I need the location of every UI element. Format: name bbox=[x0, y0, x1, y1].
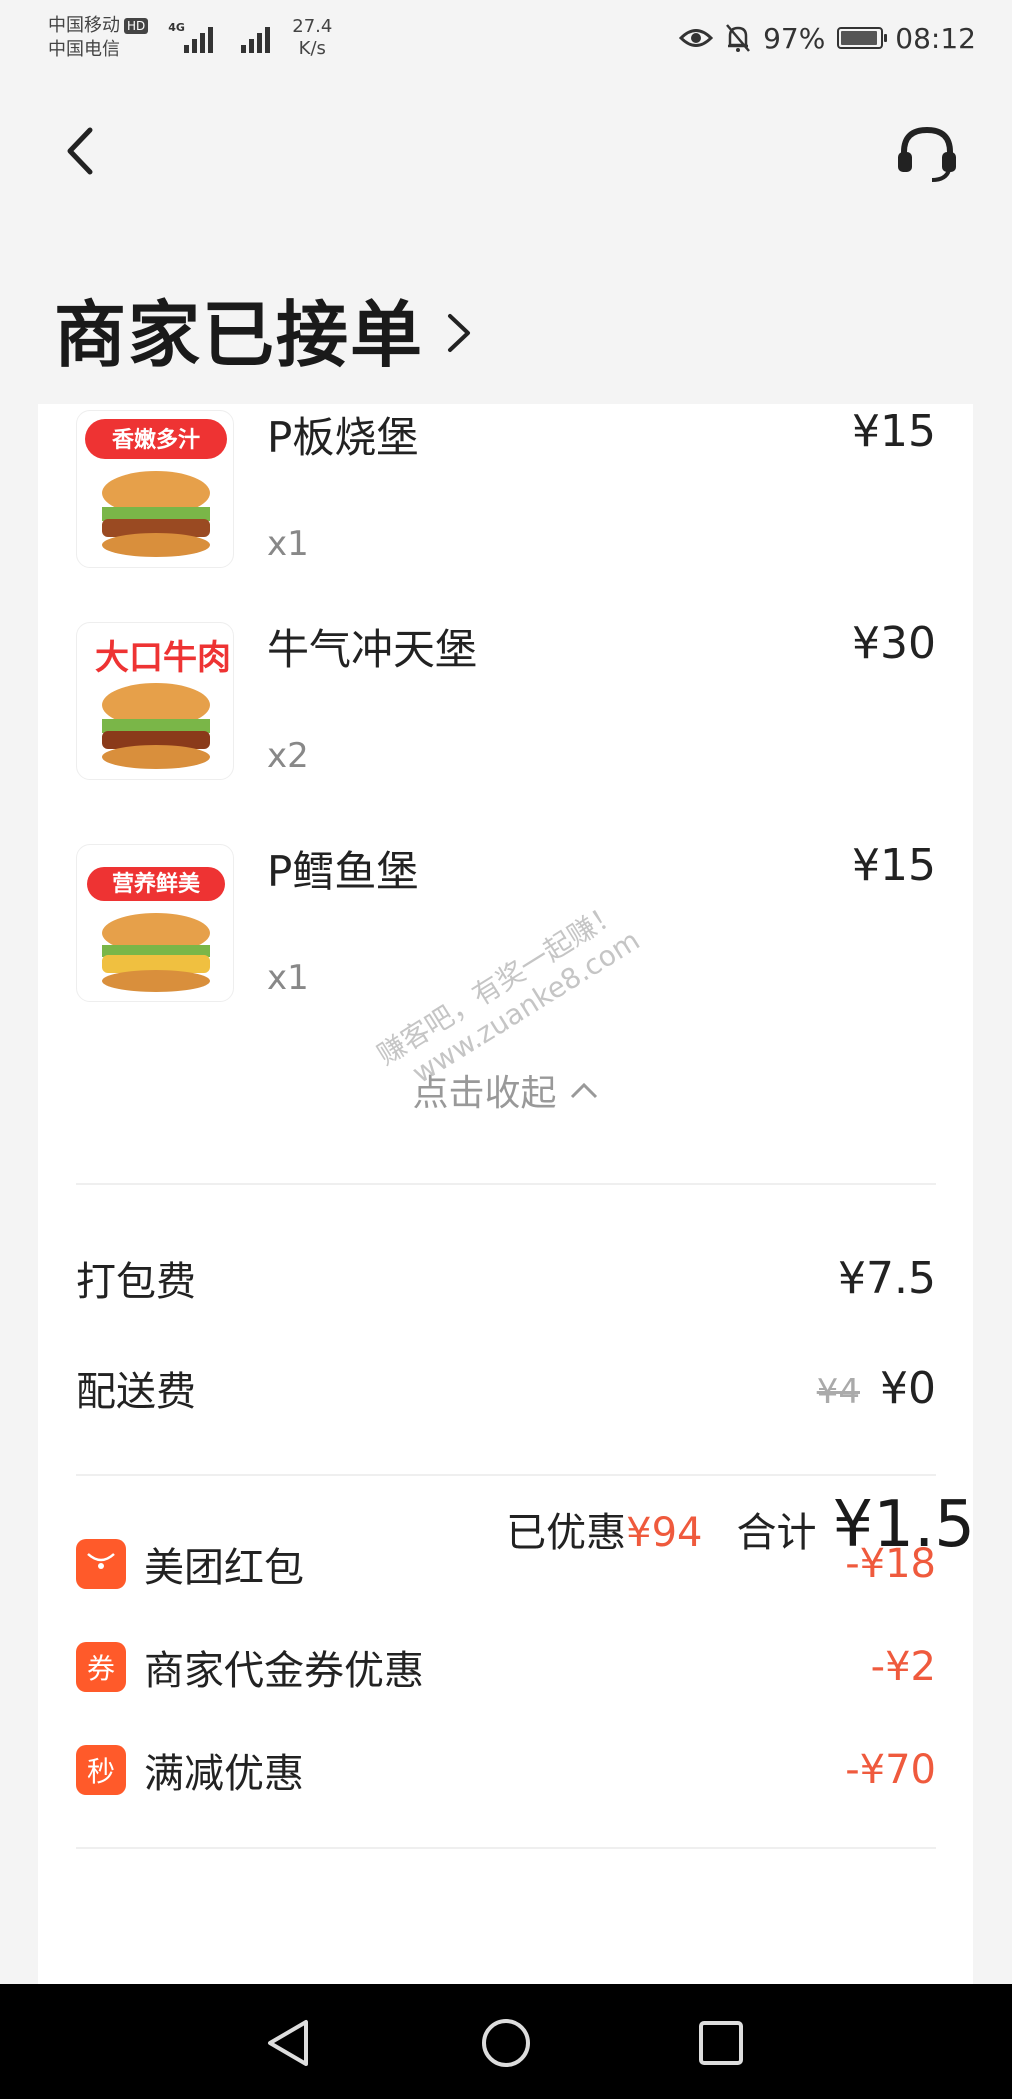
promo-left: 券 商家代金券优惠 bbox=[76, 1638, 424, 1696]
item-name: P鳕鱼堡 bbox=[267, 847, 419, 896]
divider bbox=[76, 1183, 936, 1185]
page-title: 商家已接单 bbox=[54, 293, 425, 377]
red-packet-icon bbox=[76, 1539, 126, 1589]
item-price: ¥15 bbox=[852, 840, 936, 891]
total-label: 合计 bbox=[736, 1510, 817, 1556]
speed-unit: K/s bbox=[298, 38, 326, 59]
chevron-right-icon bbox=[448, 313, 471, 352]
collapse-row: 点击收起 bbox=[38, 1064, 973, 1116]
back-icon[interactable] bbox=[56, 126, 106, 176]
customer-service-icon[interactable] bbox=[894, 124, 960, 184]
chevron-up-icon bbox=[570, 1082, 597, 1099]
delivery-fee-value: ¥0 bbox=[880, 1362, 936, 1414]
signal-icon: 4G bbox=[168, 21, 214, 53]
item-name: P板烧堡 bbox=[267, 413, 419, 462]
product-badge-text: 大口牛肉 bbox=[95, 638, 231, 678]
divider bbox=[76, 1847, 936, 1849]
network-type: 4G bbox=[168, 21, 185, 34]
burger-icon: 大口牛肉 bbox=[95, 638, 231, 769]
product-image: 大口牛肉 bbox=[76, 622, 234, 780]
list-item: 香嫩多汁 P板烧堡 x1 ¥15 bbox=[76, 406, 936, 580]
top-navbar bbox=[0, 110, 1012, 190]
battery-icon bbox=[837, 27, 888, 49]
collapse-button[interactable]: 点击收起 bbox=[412, 1064, 598, 1116]
promo-label: 商家代金券优惠 bbox=[144, 1648, 424, 1694]
product-image: 香嫩多汁 bbox=[76, 410, 234, 568]
item-price: ¥15 bbox=[852, 406, 936, 457]
delivery-fee-values: ¥4 ¥0 bbox=[817, 1363, 936, 1414]
carrier-info: 中国移动 HD 中国电信 bbox=[48, 14, 149, 62]
collapse-label: 点击收起 bbox=[412, 1073, 557, 1114]
promo-value: -¥2 bbox=[870, 1644, 936, 1690]
clock: 08:12 bbox=[895, 21, 976, 55]
mute-bell-icon bbox=[726, 24, 751, 52]
order-status-header[interactable]: 商家已接单 bbox=[54, 276, 474, 381]
carrier-1: 中国移动 bbox=[48, 15, 120, 36]
nav-home-icon[interactable] bbox=[479, 2016, 533, 2070]
packing-fee-value: ¥7.5 bbox=[838, 1252, 936, 1304]
hd-badge: HD bbox=[124, 18, 149, 34]
saved-label: 已优惠 bbox=[506, 1510, 627, 1556]
nav-recents-icon[interactable] bbox=[694, 2016, 748, 2070]
product-image: 营养鲜美 bbox=[76, 844, 234, 1002]
divider bbox=[76, 1474, 936, 1476]
battery-percent: 97% bbox=[763, 21, 826, 55]
packing-fee-row: 打包费 ¥7.5 bbox=[76, 1248, 936, 1308]
burger-icon: 香嫩多汁 bbox=[85, 419, 227, 557]
list-item: 营养鲜美 P鳕鱼堡 x1 ¥15 bbox=[76, 840, 936, 1014]
promo-value: -¥70 bbox=[845, 1747, 936, 1793]
promo-row-voucher: 券 商家代金券优惠 -¥2 bbox=[76, 1639, 936, 1695]
eye-icon bbox=[679, 29, 714, 47]
item-quantity: x1 bbox=[267, 958, 309, 998]
promo-label: 满减优惠 bbox=[144, 1751, 304, 1797]
promo-left: 美团红包 bbox=[76, 1535, 304, 1593]
product-badge-text: 香嫩多汁 bbox=[112, 427, 200, 453]
product-badge-text: 营养鲜美 bbox=[112, 871, 201, 897]
network-speed: 27.4 K/s bbox=[292, 16, 332, 60]
list-item: 大口牛肉 牛气冲天堡 x2 ¥30 bbox=[76, 618, 936, 792]
item-quantity: x1 bbox=[267, 524, 309, 564]
saved-value: ¥94 bbox=[626, 1510, 703, 1556]
system-nav-bar bbox=[0, 1984, 1012, 2099]
order-total-row: 已优惠 ¥94 合计 ¥1.5 bbox=[506, 1488, 975, 1562]
delivery-fee-label: 配送费 bbox=[76, 1369, 196, 1415]
delivery-fee-original: ¥4 bbox=[816, 1371, 860, 1412]
status-right: 97% 08:12 bbox=[679, 22, 976, 55]
carrier-2: 中国电信 bbox=[48, 39, 120, 60]
flash-sale-icon: 秒 bbox=[76, 1745, 126, 1795]
item-quantity: x2 bbox=[267, 736, 309, 776]
burger-icon: 营养鲜美 bbox=[87, 867, 225, 992]
speed-value: 27.4 bbox=[292, 16, 333, 37]
promo-row-discount: 秒 满减优惠 -¥70 bbox=[76, 1742, 936, 1798]
status-left: 中国移动 HD 中国电信 4G 27.4 K/s bbox=[48, 14, 332, 62]
item-price: ¥30 bbox=[852, 618, 936, 669]
voucher-icon: 券 bbox=[76, 1642, 126, 1692]
order-detail-card: 香嫩多汁 P板烧堡 x1 ¥15 大口牛肉 牛气冲天堡 x2 ¥30 营养鲜美 … bbox=[38, 404, 973, 1984]
delivery-fee-row: 配送费 ¥4 ¥0 bbox=[76, 1358, 936, 1418]
packing-fee-label: 打包费 bbox=[76, 1259, 196, 1305]
total-value: ¥1.5 bbox=[832, 1488, 976, 1562]
status-bar: 中国移动 HD 中国电信 4G 27.4 K/s 97% 08:12 bbox=[0, 0, 1012, 76]
promo-left: 秒 满减优惠 bbox=[76, 1741, 304, 1799]
promo-label: 美团红包 bbox=[144, 1545, 304, 1591]
item-name: 牛气冲天堡 bbox=[267, 625, 478, 674]
signal-icon-2 bbox=[241, 23, 271, 53]
nav-back-icon[interactable] bbox=[262, 2016, 316, 2070]
